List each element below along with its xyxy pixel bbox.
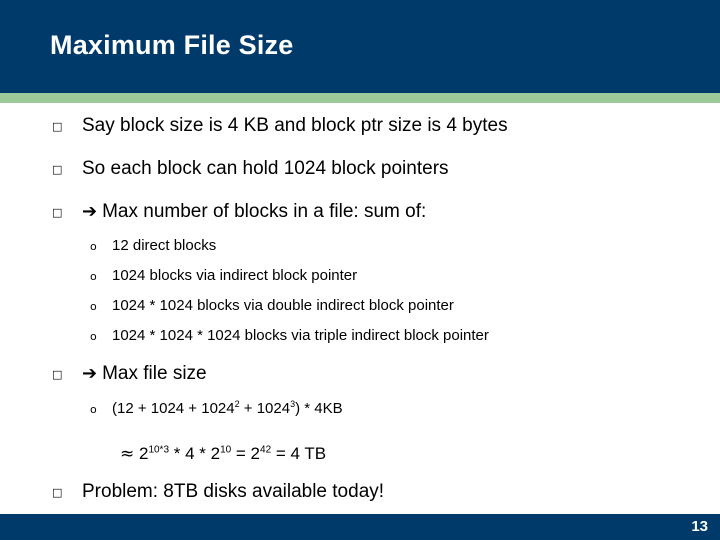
footer-bar: 13 bbox=[0, 514, 720, 540]
circle-bullet-icon: o bbox=[90, 300, 97, 313]
approx-tail: = 4 TB bbox=[271, 444, 327, 463]
approximation-line: ≈ 210*3 * 4 * 210 = 242 = 4 TB bbox=[120, 444, 326, 464]
approx-exponent-1: 10*3 bbox=[148, 444, 170, 456]
square-bullet-icon: □ bbox=[52, 206, 63, 219]
formula-suffix: ) * 4KB bbox=[295, 400, 343, 417]
right-arrow-icon: ➔ bbox=[82, 363, 98, 384]
sub-bullet-item-1: o 12 direct blocks bbox=[90, 237, 700, 256]
circle-bullet-icon: o bbox=[90, 403, 97, 416]
slide-body: □ Say block size is 4 KB and block ptr s… bbox=[0, 103, 720, 514]
sub-bullet-item-2: o 1024 blocks via indirect block pointer bbox=[90, 267, 700, 286]
bullet-text-4: Max file size bbox=[102, 363, 207, 384]
square-bullet-icon: □ bbox=[52, 120, 63, 133]
sub-bullet-text-2: 1024 blocks via indirect block pointer bbox=[112, 267, 358, 284]
sub-bullet-item-3: o 1024 * 1024 blocks via double indirect… bbox=[90, 297, 700, 316]
bullet-text-3-wrap: ➔ Max number of blocks in a file: sum of: bbox=[82, 201, 700, 223]
bullet-item-4: □ ➔ Max file size bbox=[52, 363, 700, 387]
bullet-item-3: □ ➔ Max number of blocks in a file: sum o… bbox=[52, 201, 700, 225]
formula-text: (12 + 1024 + 10242 + 10243) * 4KB bbox=[112, 400, 700, 418]
title-banner: Maximum File Size bbox=[0, 0, 720, 93]
circle-bullet-icon: o bbox=[90, 240, 97, 253]
page-number: 13 bbox=[691, 518, 708, 535]
bullet-text-1: Say block size is 4 KB and block ptr siz… bbox=[82, 115, 508, 136]
sub-bullet-text-1: 12 direct blocks bbox=[112, 237, 217, 254]
slide: Maximum File Size □ Say block size is 4 … bbox=[0, 0, 720, 540]
approx-base-1: 2 bbox=[134, 444, 149, 463]
formula-prefix: (12 + 1024 + 1024 bbox=[112, 400, 235, 417]
approx-op-2: = 2 bbox=[231, 444, 261, 463]
approx-op-1: * 4 * 2 bbox=[169, 444, 221, 463]
bullet-text-5: Problem: 8TB disks available today! bbox=[82, 481, 385, 502]
formula-mid: + 1024 bbox=[239, 400, 291, 417]
square-bullet-icon: □ bbox=[52, 163, 63, 176]
bullet-text-2: So each block can hold 1024 block pointe… bbox=[82, 158, 449, 179]
bullet-item-5: □ Problem: 8TB disks available today! bbox=[52, 481, 700, 505]
bullet-text-3: Max number of blocks in a file: sum of: bbox=[102, 201, 427, 222]
circle-bullet-icon: o bbox=[90, 330, 97, 343]
approx-exponent-2: 10 bbox=[220, 444, 232, 456]
page-title: Maximum File Size bbox=[50, 30, 294, 60]
approx-symbol: ≈ bbox=[120, 444, 135, 464]
square-bullet-icon: □ bbox=[52, 368, 63, 381]
sub-bullet-text-4: 1024 * 1024 * 1024 blocks via triple ind… bbox=[112, 327, 489, 344]
right-arrow-icon: ➔ bbox=[82, 201, 98, 222]
sub-bullet-item-4: o 1024 * 1024 * 1024 blocks via triple i… bbox=[90, 327, 700, 346]
sub-bullet-text-3: 1024 * 1024 blocks via double indirect b… bbox=[112, 297, 454, 314]
formula-item: o (12 + 1024 + 10242 + 10243) * 4KB bbox=[90, 400, 700, 419]
bullet-item-2: □ So each block can hold 1024 block poin… bbox=[52, 158, 700, 182]
square-bullet-icon: □ bbox=[52, 486, 63, 499]
accent-bar bbox=[0, 93, 720, 103]
circle-bullet-icon: o bbox=[90, 270, 97, 283]
bullet-text-4-wrap: ➔ Max file size bbox=[82, 363, 700, 385]
bullet-item-1: □ Say block size is 4 KB and block ptr s… bbox=[52, 115, 700, 139]
approx-exponent-3: 42 bbox=[260, 444, 272, 456]
